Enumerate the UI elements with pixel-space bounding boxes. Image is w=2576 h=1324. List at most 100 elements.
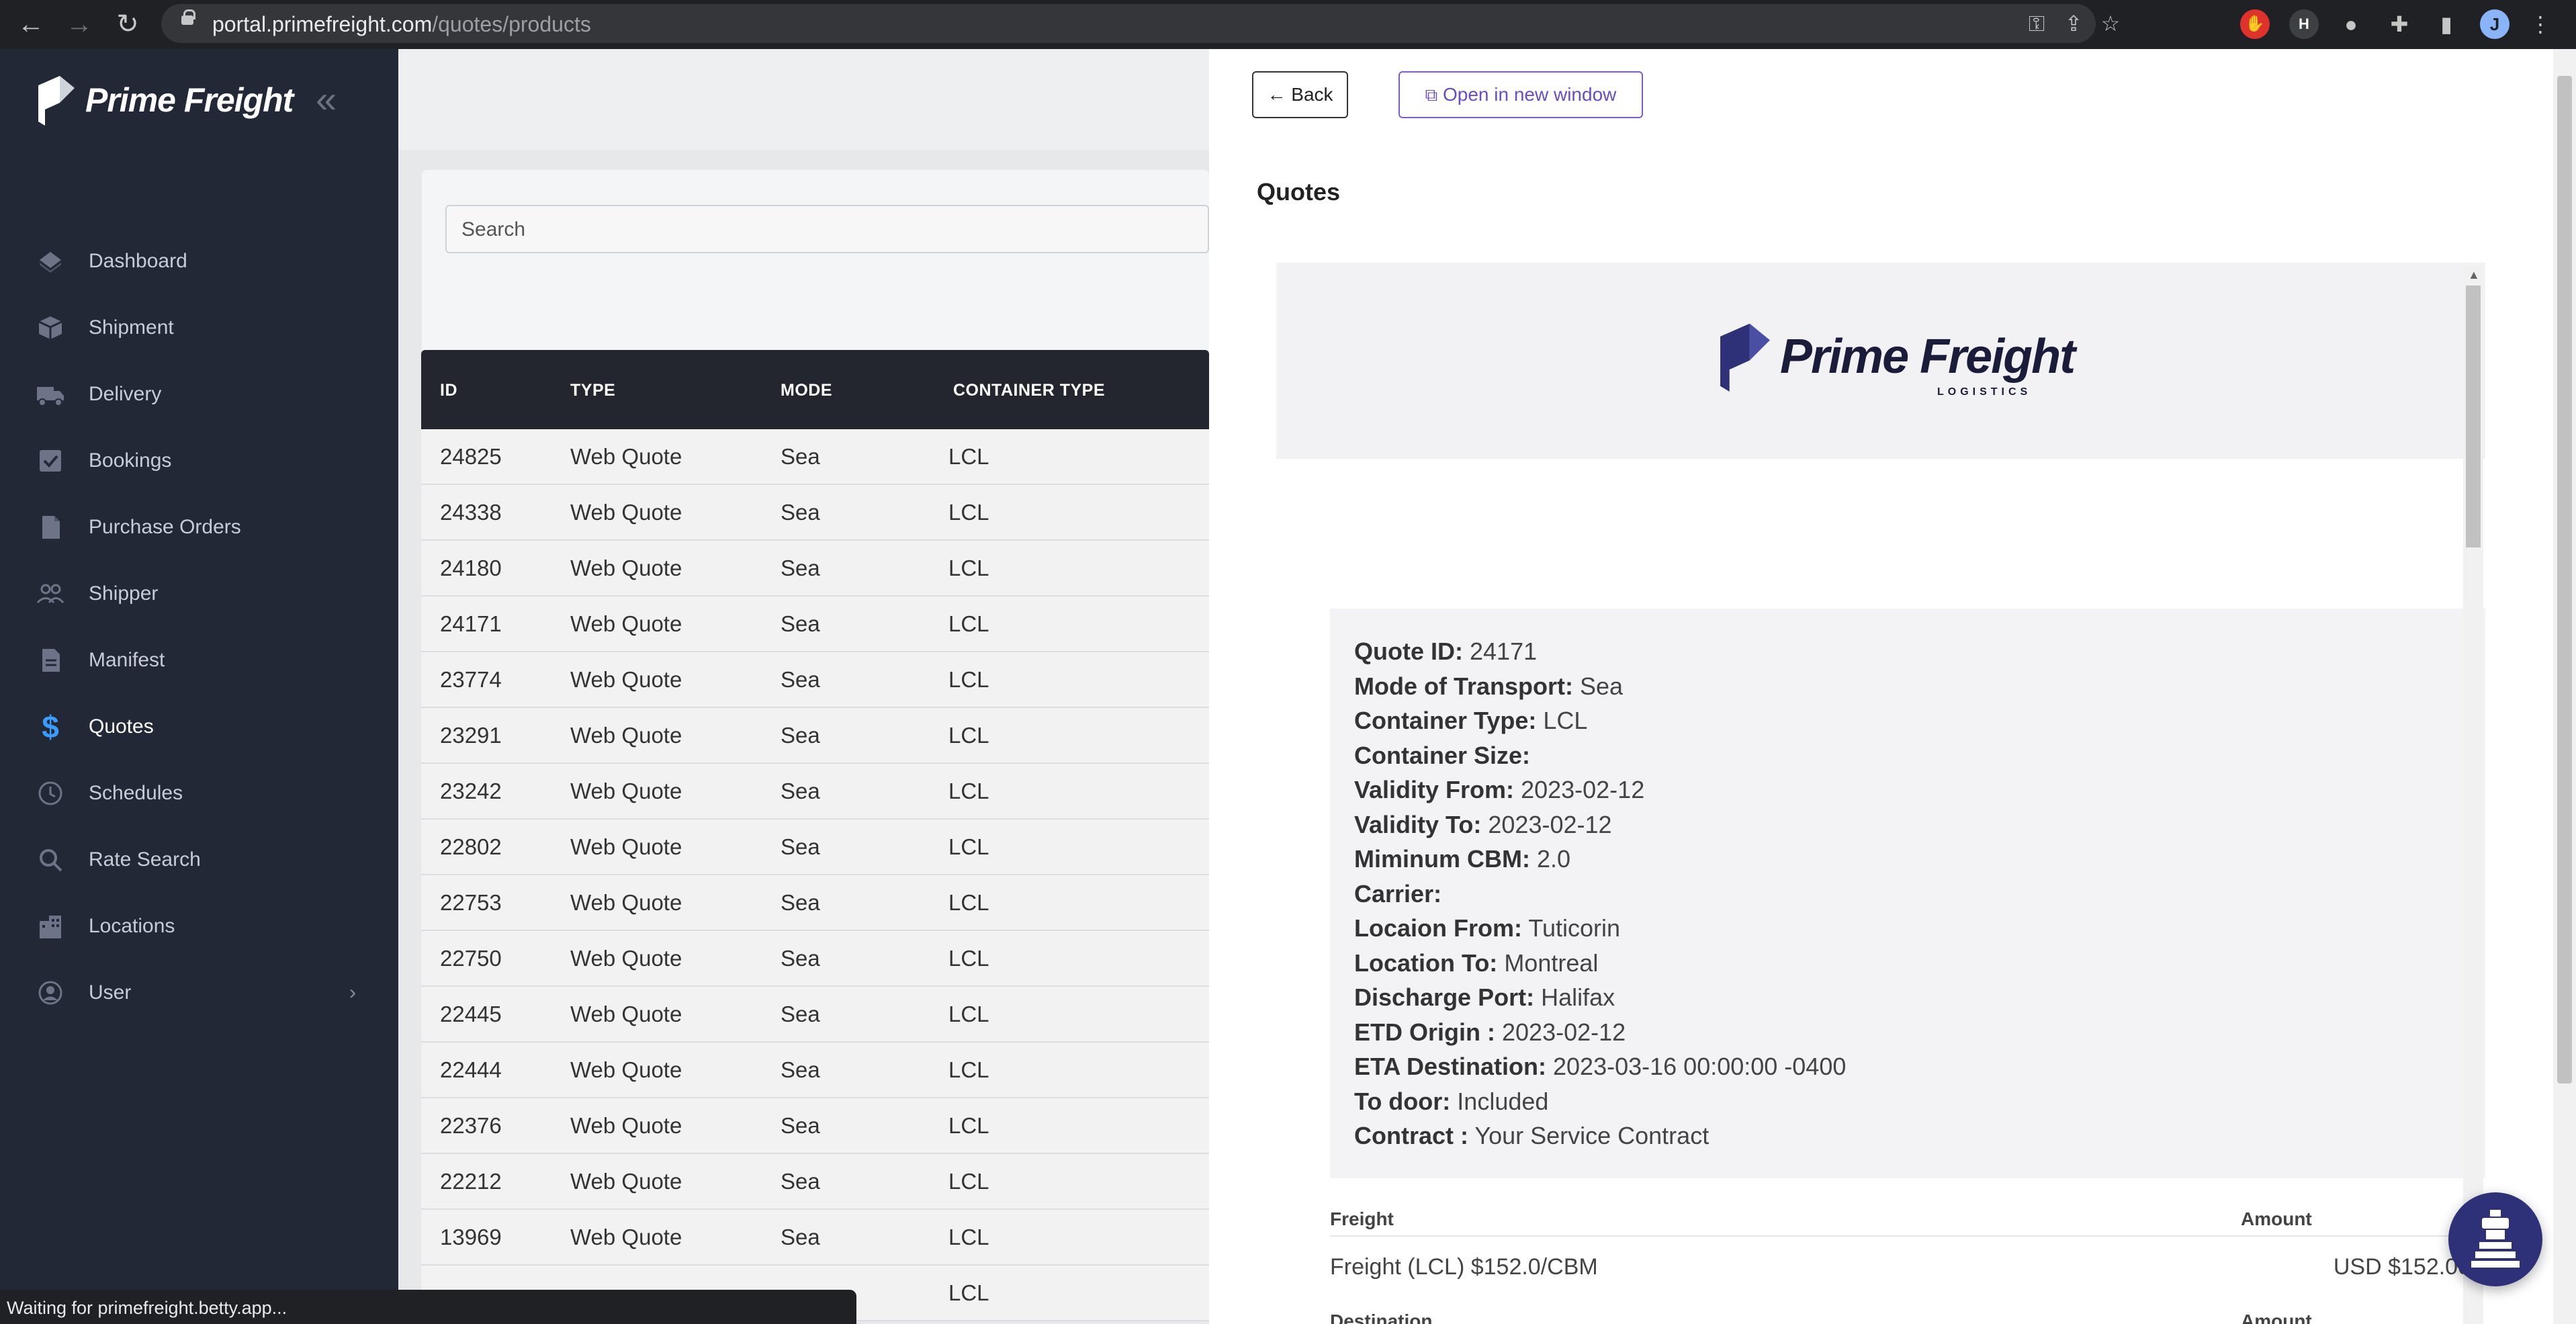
cell-container-type: LCL [948,1113,989,1138]
detail-value: 2023-02-12 [1521,776,1645,803]
sidebar-item-label: Shipper [89,582,159,605]
brand-logo[interactable]: Prime Freight [37,73,294,127]
cell-type: Web Quote [570,1057,682,1082]
cell-id: 22445 [440,1002,502,1026]
collapse-sidebar-icon[interactable]: « [316,77,337,121]
profile-avatar[interactable]: J [2480,9,2510,39]
open-new-window-button[interactable]: ⧉ Open in new window [1398,71,1643,118]
cell-type: Web Quote [570,444,682,469]
table-row[interactable]: 24825 Web Quote Sea LCL [421,429,1209,485]
table-row[interactable]: 22802 Web Quote Sea LCL [421,820,1209,875]
cell-type: Web Quote [570,611,682,636]
detail-spacer [1536,707,1543,734]
key-icon[interactable]: ⚿ [2022,9,2051,38]
external-link-icon: ⧉ [1425,85,1438,105]
table-row[interactable]: 23291 Web Quote Sea LCL [421,708,1209,764]
sidebar-item-label: Purchase Orders [89,516,241,538]
address-bar[interactable]: portal.primefreight.com/quotes/products … [161,4,2120,43]
table-row[interactable]: 23774 Web Quote Sea LCL [421,652,1209,708]
sidebar-item-label: Delivery [89,383,162,405]
document-scrollbar[interactable]: ▲ [2463,265,2483,1324]
search-input[interactable]: Search [445,205,1209,253]
detail-key: Validity From: [1354,776,1515,803]
side-panel-icon[interactable]: ▮ [2432,9,2461,39]
cell-mode: Sea [781,556,820,580]
cell-container-type: LCL [948,444,989,469]
file-icon [35,645,66,676]
table-row[interactable]: 24180 Web Quote Sea LCL [421,541,1209,597]
detail-value: 2023-02-12 [1502,1018,1626,1046]
building-icon [35,911,66,942]
document-logo: Prime Freight LOGISTICS [1718,322,2076,398]
cell-mode: Sea [781,1002,820,1026]
cell-id: 13969 [440,1225,502,1249]
scroll-up-icon[interactable]: ▲ [2468,268,2480,282]
puzzle-icon[interactable]: ✚ [2385,9,2414,39]
sidebar-item-schedules[interactable]: Schedules [0,766,398,820]
lock-icon [181,9,195,25]
sidebar-item-delivery[interactable]: Delivery [0,367,398,421]
column-header-mode[interactable]: MODE [781,381,832,400]
detail-row: Container Type: LCL [1354,703,2461,738]
table-row[interactable]: 22376 Web Quote Sea LCL [421,1098,1209,1154]
cookie-icon[interactable]: ● [2336,9,2366,39]
detail-spacer [1468,1122,1474,1149]
extension-h-icon[interactable]: H [2289,9,2319,39]
sidebar-item-rate-search[interactable]: Rate Search [0,833,398,887]
sidebar-item-label: Quotes [89,715,154,738]
sidebar-item-locations[interactable]: Locations [0,899,398,953]
chat-widget-button[interactable] [2448,1192,2542,1286]
forward-arrow-icon[interactable]: → [60,5,98,43]
detail-value: Halifax [1541,983,1615,1011]
detail-row: Discharge Port: Halifax [1354,980,2461,1015]
freight-header: Freight [1330,1208,1394,1229]
amount-header: Amount [2241,1208,2312,1229]
extension-stop-icon[interactable]: ✋ [2240,9,2270,39]
page-scrollbar[interactable] [2553,49,2576,1324]
star-icon[interactable]: ☆ [2096,9,2125,38]
page-scroll-thumb[interactable] [2557,76,2572,1084]
kebab-menu-icon[interactable]: ⋮ [2526,9,2555,39]
column-header-type[interactable]: TYPE [570,381,615,400]
table-row[interactable]: 13969 Web Quote Sea LCL [421,1210,1209,1266]
table-row[interactable]: 22444 Web Quote Sea LCL [421,1043,1209,1098]
detail-value: Included [1457,1087,1549,1115]
detail-key: Locaion From: [1354,914,1522,942]
url-text[interactable]: portal.primefreight.com/quotes/products [212,12,591,37]
sidebar-item-user[interactable]: User › [0,966,398,1020]
table-row[interactable]: 23242 Web Quote Sea LCL [421,764,1209,820]
sidebar-item-purchase-orders[interactable]: Purchase Orders [0,500,398,554]
cell-container-type: LCL [948,611,989,636]
back-arrow-icon[interactable]: ← [12,5,50,43]
detail-key: Discharge Port: [1354,983,1535,1011]
table-row[interactable]: 22212 Web Quote Sea LCL [421,1154,1209,1210]
cell-id: 22444 [440,1057,502,1082]
sidebar-item-manifest[interactable]: Manifest [0,633,398,687]
column-header-id[interactable]: ID [440,381,457,400]
table-row[interactable]: 22445 Web Quote Sea LCL [421,987,1209,1043]
share-icon[interactable]: ⇪ [2059,9,2088,38]
detail-value: 2.0 [1536,845,1571,873]
detail-spacer [1534,983,1541,1011]
document-header: Prime Freight LOGISTICS [1276,263,2485,459]
cell-mode: Sea [781,444,820,469]
reload-icon[interactable]: ↻ [109,5,146,43]
chevron-right-icon: › [349,981,356,1004]
sidebar-item-shipper[interactable]: Shipper [0,567,398,621]
table-row[interactable]: 24338 Web Quote Sea LCL [421,485,1209,541]
sidebar-item-label: Dashboard [89,250,187,272]
cell-mode: Sea [781,890,820,915]
sidebar-item-quotes[interactable]: $ Quotes [0,700,398,754]
document-scroll-thumb[interactable] [2466,285,2481,547]
table-row[interactable]: 22753 Web Quote Sea LCL [421,875,1209,931]
detail-key: Contract : [1354,1122,1468,1149]
column-header-container-type[interactable]: CONTAINER TYPE [953,381,1105,400]
sidebar-item-shipment[interactable]: Shipment [0,301,398,355]
table-row[interactable]: 22750 Web Quote Sea LCL [421,931,1209,987]
table-row[interactable]: 24171 Web Quote Sea LCL [421,597,1209,652]
cell-mode: Sea [781,1225,820,1249]
sidebar-item-bookings[interactable]: Bookings [0,434,398,488]
sidebar-item-dashboard[interactable]: Dashboard [0,234,398,288]
cell-id: 24825 [440,444,502,469]
back-button[interactable]: ← Back [1252,71,1348,118]
